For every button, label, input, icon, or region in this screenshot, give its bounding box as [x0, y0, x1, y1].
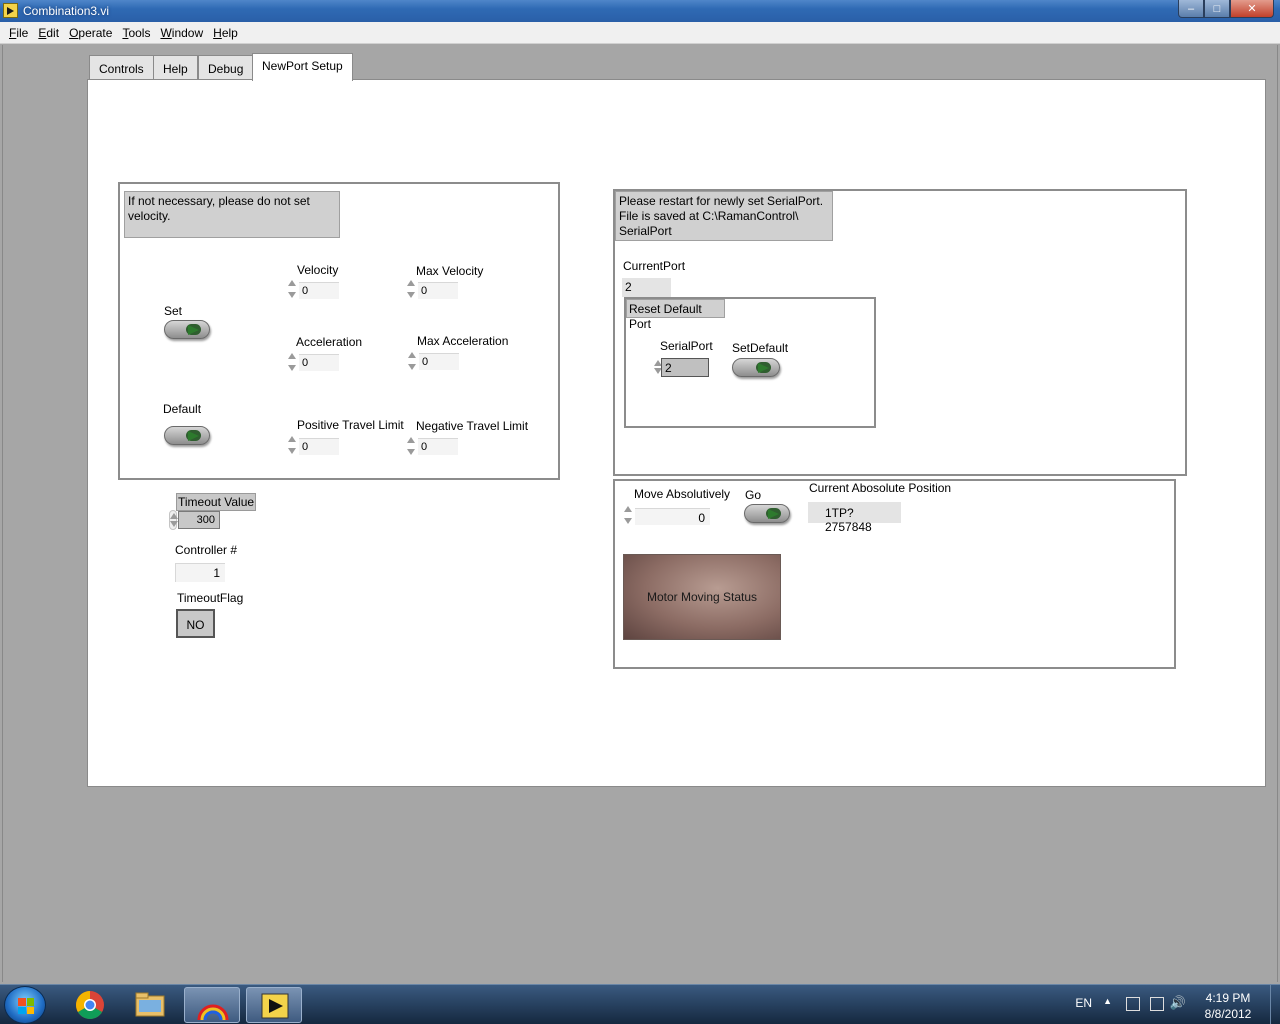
max-acceleration-input[interactable]: 0	[419, 353, 459, 370]
set-default-button[interactable]	[732, 358, 780, 377]
maximize-button[interactable]: □	[1204, 0, 1230, 18]
reset-default-port-label: Reset Default Port	[626, 299, 725, 331]
language-indicator[interactable]: EN	[1075, 996, 1092, 1010]
acceleration-spinner[interactable]	[287, 350, 297, 374]
menu-window[interactable]: Window	[155, 26, 208, 40]
negative-travel-limit-spinner[interactable]	[406, 434, 416, 458]
vi-icon	[261, 993, 289, 1019]
negative-travel-limit-label: Negative Travel Limit	[416, 419, 529, 433]
taskbar-chrome[interactable]	[62, 987, 118, 1023]
controller-number-field[interactable]: 1	[175, 563, 225, 582]
timeout-value-label: Timeout Value	[176, 493, 257, 511]
taskbar: EN ▲ 🔊 4:19 PM 8/8/2012	[0, 984, 1280, 1024]
serial-port-input[interactable]: 2	[661, 358, 709, 377]
current-port-value: 2	[622, 278, 671, 297]
window-title: Combination3.vi	[23, 4, 110, 18]
network-icon[interactable]	[1150, 997, 1164, 1011]
serial-port-note: Please restart for newly set SerialPort.…	[615, 191, 833, 241]
led-indicator	[186, 324, 201, 335]
move-absolutively-label: Move Absolutively	[634, 487, 731, 501]
close-button[interactable]: ✕	[1230, 0, 1274, 18]
volume-icon[interactable]: 🔊	[1170, 995, 1186, 1011]
clock-date: 8/8/2012	[1204, 1007, 1252, 1021]
menu-bar: File Edit Operate Tools Window Help	[0, 22, 1280, 44]
tab-controls[interactable]: Controls	[89, 55, 154, 79]
motor-moving-status-indicator: Motor Moving Status	[623, 554, 781, 640]
serial-port-frame: Please restart for newly set SerialPort.…	[613, 189, 1187, 476]
positive-travel-limit-label: Positive Travel Limit	[297, 418, 404, 432]
max-velocity-spinner[interactable]	[406, 277, 416, 301]
tab-newport-setup[interactable]: NewPort Setup	[252, 53, 353, 81]
chrome-icon	[76, 991, 104, 1019]
set-button[interactable]	[164, 320, 210, 339]
positive-travel-limit-input[interactable]: 0	[299, 438, 339, 455]
max-acceleration-label: Max Acceleration	[417, 334, 509, 348]
menu-edit[interactable]: Edit	[33, 26, 64, 40]
velocity-note: If not necessary, please do not set velo…	[124, 191, 340, 238]
velocity-label: Velocity	[297, 263, 339, 277]
window-controls: – □ ✕	[1178, 0, 1274, 18]
folder-icon	[135, 992, 165, 1017]
tab-debug[interactable]: Debug	[198, 55, 254, 79]
set-label: Set	[164, 304, 183, 318]
max-velocity-input[interactable]: 0	[418, 282, 458, 299]
timeout-value-input[interactable]: 300	[178, 511, 220, 529]
taskbar-explorer[interactable]	[122, 987, 178, 1023]
labview-icon	[3, 3, 18, 18]
show-hidden-icons[interactable]: ▲	[1103, 996, 1112, 1006]
move-absolutively-input[interactable]: 0	[635, 508, 710, 525]
default-label: Default	[163, 402, 202, 416]
menu-tools[interactable]: Tools	[117, 26, 155, 40]
taskbar-vi-window[interactable]	[246, 987, 302, 1023]
set-default-label: SetDefault	[732, 341, 789, 355]
taskbar-labview-app[interactable]	[184, 987, 240, 1023]
timeout-spinner[interactable]	[169, 510, 178, 530]
serial-note-line2: File is saved at C:\RamanControl\	[619, 209, 799, 223]
tab-help[interactable]: Help	[153, 55, 198, 79]
menu-help[interactable]: Help	[208, 26, 243, 40]
menu-file[interactable]: File	[4, 26, 33, 40]
current-port-label: CurrentPort	[623, 259, 686, 273]
tab-panel: If not necessary, please do not set velo…	[87, 79, 1266, 787]
minimize-button[interactable]: –	[1178, 0, 1204, 18]
clock[interactable]: 4:19 PM 8/8/2012	[1190, 990, 1266, 1022]
show-desktop-button[interactable]	[1270, 985, 1280, 1024]
move-absolutively-spinner[interactable]	[623, 503, 633, 527]
windows-logo-icon	[18, 998, 34, 1014]
reset-default-port-frame: Reset Default Port SerialPort 2 SetDefau…	[624, 297, 876, 428]
go-button[interactable]	[744, 504, 790, 523]
menu-operate[interactable]: Operate	[64, 26, 117, 40]
velocity-spinner[interactable]	[287, 277, 297, 301]
timeout-flag-indicator: NO	[176, 609, 215, 638]
acceleration-input[interactable]: 0	[299, 354, 339, 371]
clock-time: 4:19 PM	[1205, 991, 1251, 1005]
labview-rainbow-icon	[197, 1004, 229, 1021]
go-label: Go	[745, 488, 762, 502]
led-indicator	[766, 508, 781, 519]
serial-note-line3: SerialPort	[619, 224, 672, 238]
start-button[interactable]	[4, 986, 46, 1024]
title-bar: Combination3.vi – □ ✕	[0, 0, 1280, 22]
max-velocity-label: Max Velocity	[416, 264, 484, 278]
motor-moving-status-label: Motor Moving Status	[646, 590, 758, 604]
timeout-flag-label: TimeoutFlag	[177, 591, 244, 605]
serial-note-line1: Please restart for newly set SerialPort.	[619, 194, 824, 208]
action-center-icon[interactable]	[1126, 997, 1140, 1011]
positive-travel-limit-spinner[interactable]	[287, 433, 297, 457]
serial-port-label: SerialPort	[660, 339, 713, 353]
default-button[interactable]	[164, 426, 210, 445]
velocity-input[interactable]: 0	[299, 282, 339, 299]
led-indicator	[756, 362, 771, 373]
controller-label: Controller #	[175, 543, 238, 557]
current-position-value: 1TP? 2757848	[808, 502, 901, 534]
max-acceleration-spinner[interactable]	[407, 349, 417, 373]
negative-travel-limit-input[interactable]: 0	[418, 438, 458, 455]
move-frame: Move Absolutively 0 Go Current Abosolute…	[613, 479, 1176, 669]
current-position-label: Current Abosolute Position	[809, 481, 952, 495]
velocity-frame: If not necessary, please do not set velo…	[118, 182, 560, 480]
serial-port-spinner[interactable]	[653, 357, 662, 377]
led-indicator	[186, 430, 201, 441]
acceleration-label: Acceleration	[296, 335, 363, 349]
